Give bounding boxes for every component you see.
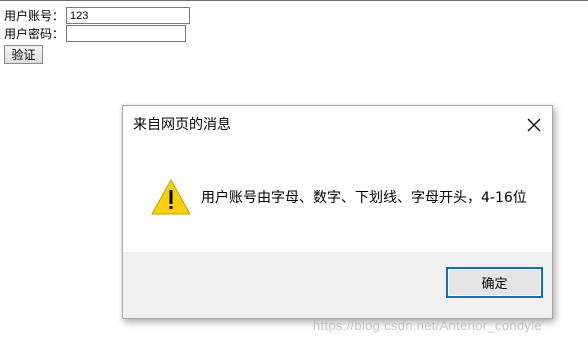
account-row: 用户账号： <box>4 7 191 24</box>
verify-button[interactable]: 验证 <box>4 45 43 64</box>
alert-dialog: 来自网页的消息 用户账号由字母、数字、下划线、字母开头，4-16位 确定 <box>122 105 553 319</box>
login-form: 用户账号： 用户密码： 验证 <box>4 7 191 64</box>
account-input[interactable] <box>66 7 191 24</box>
password-input[interactable] <box>66 25 187 42</box>
dialog-title: 来自网页的消息 <box>133 117 231 133</box>
warning-triangle-icon <box>151 178 191 215</box>
page-top-border <box>0 0 588 1</box>
password-label: 用户密码： <box>4 26 65 41</box>
password-row: 用户密码： <box>4 25 190 42</box>
dialog-body: 用户账号由字母、数字、下划线、字母开头，4-16位 <box>123 144 552 252</box>
watermark: https://blog.csdn.net/Anterior_condyle <box>313 318 542 333</box>
close-icon[interactable] <box>522 114 546 136</box>
account-label: 用户账号： <box>4 8 65 23</box>
ok-button[interactable]: 确定 <box>446 267 543 298</box>
dialog-footer: 确定 <box>123 252 552 318</box>
dialog-message: 用户账号由字母、数字、下划线、字母开头，4-16位 <box>201 190 527 206</box>
